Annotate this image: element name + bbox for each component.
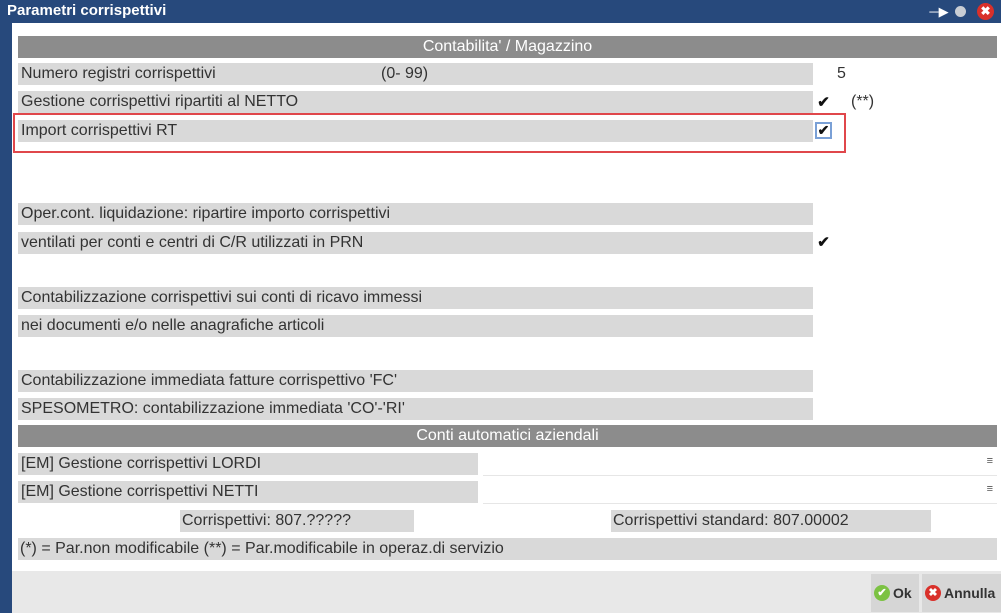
spesometro-checkbox[interactable] xyxy=(815,400,832,417)
title-bar: Parametri corrispettivi ─▶ ✖ xyxy=(0,0,1001,23)
left-border xyxy=(0,23,12,613)
oper-cont-checkbox[interactable]: ✔ xyxy=(815,234,832,251)
contab-fc-row: Contabilizzazione immediata fatture corr… xyxy=(18,370,813,392)
contab-ricavo-checkbox[interactable] xyxy=(815,317,832,334)
gestione-netto-checkbox[interactable]: ✔ xyxy=(815,94,832,111)
ok-label: Ok xyxy=(893,585,912,601)
section-header-conti: Conti automatici aziendali xyxy=(18,425,997,447)
oper-cont-row-1: Oper.cont. liquidazione: ripartire impor… xyxy=(18,203,813,225)
gestione-netto-row: Gestione corrispettivi ripartiti al NETT… xyxy=(18,91,813,113)
highlight-box xyxy=(13,113,846,153)
numero-registri-input[interactable]: 5 xyxy=(837,63,846,85)
annulla-label: Annulla xyxy=(944,585,996,601)
parametri-corrispettivi-window: Parametri corrispettivi ─▶ ✖ Contabilita… xyxy=(0,0,1001,613)
section-header-contabilita: Contabilita' / Magazzino xyxy=(18,36,997,58)
em-netti-input[interactable]: ≡ xyxy=(483,480,997,504)
circle-icon[interactable] xyxy=(955,6,966,17)
oper-cont-row-2: ventilati per conti e centri di C/R util… xyxy=(18,232,813,254)
menu-icon[interactable]: ≡ xyxy=(987,455,993,467)
numero-registri-range: (0- 99) xyxy=(381,65,429,82)
em-lordi-label: [EM] Gestione corrispettivi LORDI xyxy=(18,453,478,475)
em-lordi-input[interactable]: ≡ xyxy=(483,452,997,476)
corrispettivi-standard-value: Corrispettivi standard: 807.00002 xyxy=(611,510,931,532)
legend-note: (*) = Par.non modificabile (**) = Par.mo… xyxy=(18,538,997,560)
cancel-icon: ✖ xyxy=(925,584,941,601)
contab-ricavo-row-1: Contabilizzazione corrispettivi sui cont… xyxy=(18,287,813,309)
ok-button[interactable]: ✔ Ok xyxy=(871,574,919,612)
window-title: Parametri corrispettivi xyxy=(7,2,167,19)
title-bar-controls: ─▶ ✖ xyxy=(929,1,1001,22)
check-icon: ✔ xyxy=(874,584,890,601)
pin-icon[interactable]: ─▶ xyxy=(929,3,949,20)
close-icon[interactable]: ✖ xyxy=(977,3,994,20)
contab-ricavo-row-2: nei documenti e/o nelle anagrafiche arti… xyxy=(18,315,813,337)
annulla-button[interactable]: ✖ Annulla xyxy=(922,574,1001,612)
spesometro-row: SPESOMETRO: contabilizzazione immediata … xyxy=(18,398,813,420)
numero-registri-row: Numero registri corrispettivi (0- 99) xyxy=(18,63,813,85)
numero-registri-label: Numero registri corrispettivi xyxy=(21,65,216,82)
menu-icon[interactable]: ≡ xyxy=(987,483,993,495)
corrispettivi-value: Corrispettivi: 807.????? xyxy=(180,510,414,532)
button-bar xyxy=(12,571,1001,613)
gestione-netto-note: (**) xyxy=(851,93,875,110)
contab-fc-checkbox[interactable] xyxy=(815,372,832,389)
em-netti-label: [EM] Gestione corrispettivi NETTI xyxy=(18,481,478,503)
